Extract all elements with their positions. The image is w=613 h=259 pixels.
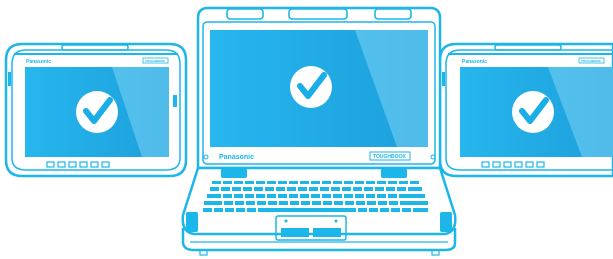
right-tablet-brand: Panasonic [462,59,487,65]
left-tablet-brand: Panasonic [26,59,51,65]
laptop-model-badge: TOUGHBOOK [373,154,406,160]
check-mark-icon [512,91,554,133]
left-tablet: Panasonic TOUGHBOOK [4,42,188,178]
left-tablet-model-badge: TOUGHBOOK [145,59,166,63]
check-mark-icon [76,91,118,133]
check-mark-icon [290,66,332,108]
laptop: Panasonic TOUGHBOOK [181,6,457,256]
laptop-brand: Panasonic [219,154,254,161]
right-tablet: Panasonic TOUGHBOOK [438,42,613,178]
right-tablet-model-badge: TOUGHBOOK [581,59,602,63]
device-lineup-illustration: Panasonic TOUGHBOOK Panasonic TOUGHBOOK [4,6,613,256]
